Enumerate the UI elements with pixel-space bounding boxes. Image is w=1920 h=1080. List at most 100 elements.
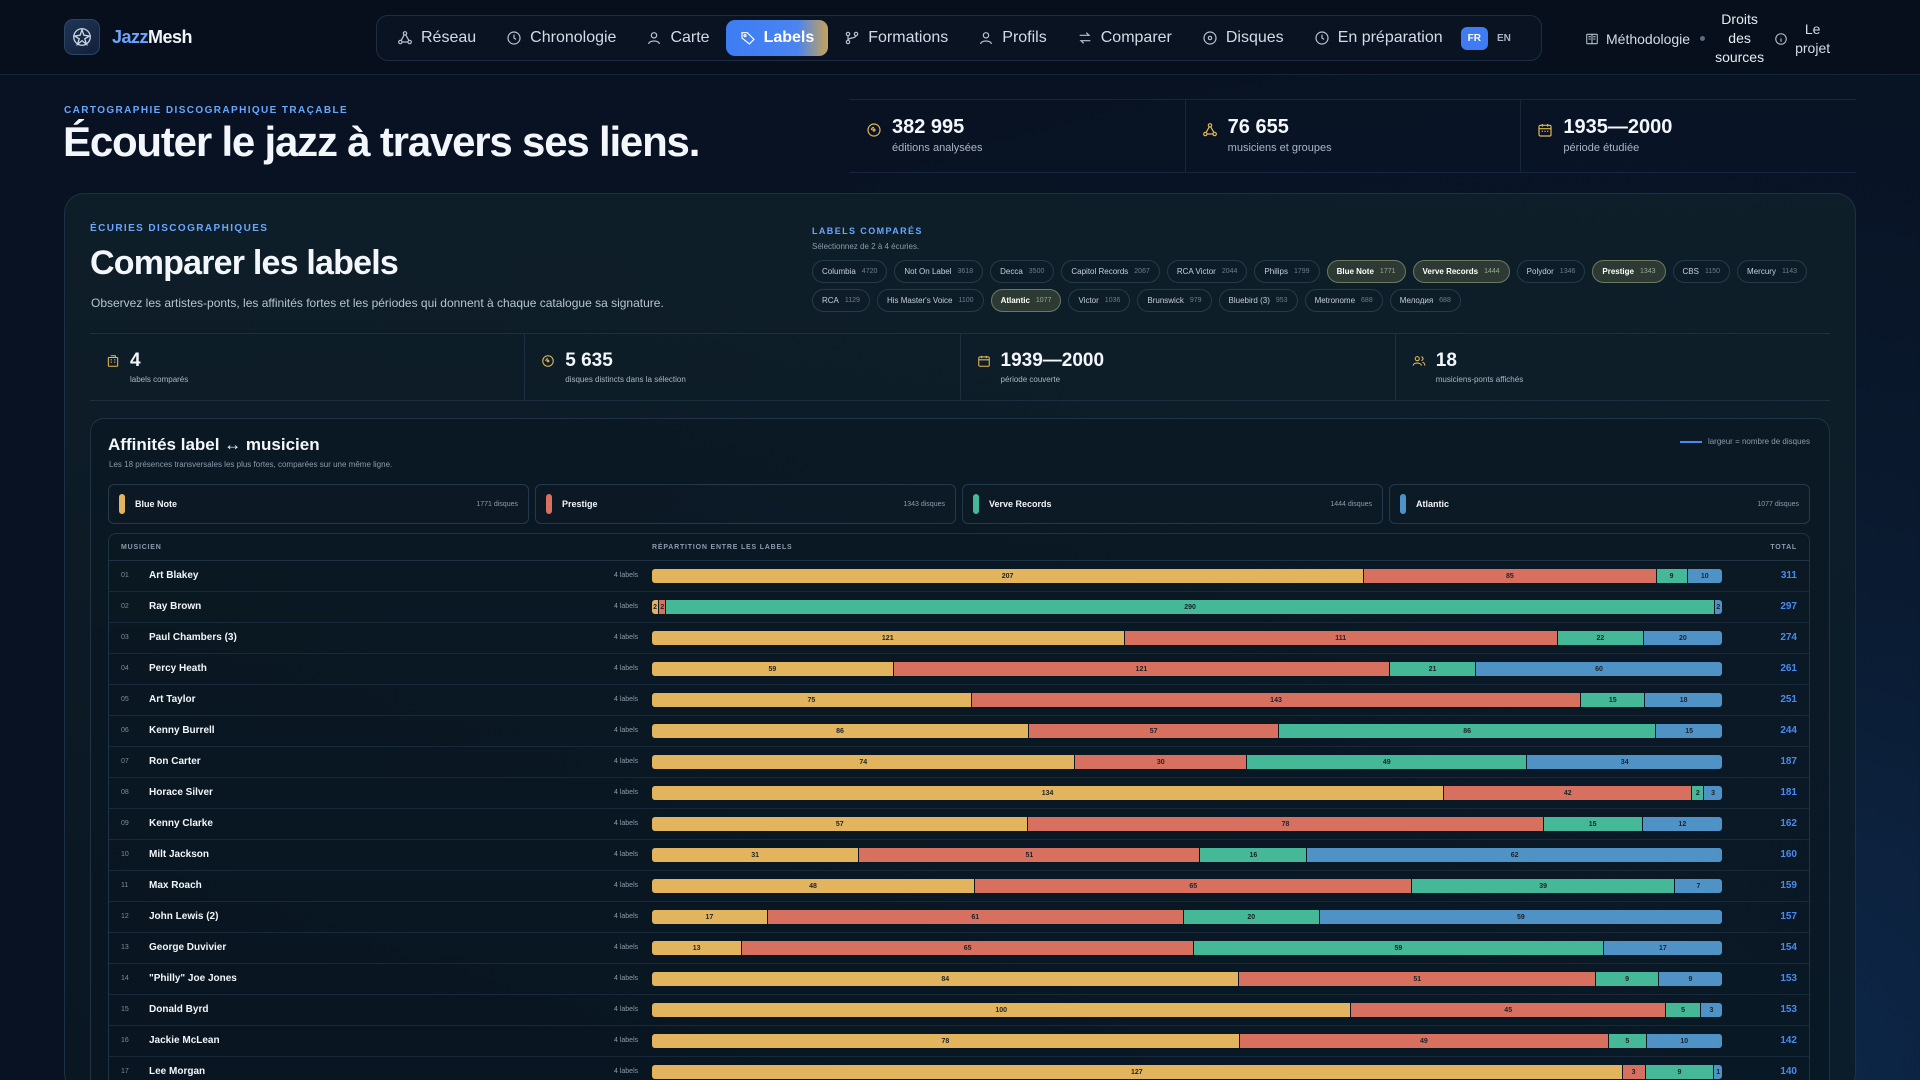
bar-segment[interactable]: 12 [1642,817,1722,831]
nav-item-reseau[interactable]: Réseau [383,20,490,56]
bar-segment[interactable]: 100 [652,1003,1352,1017]
bar-segment[interactable]: 20 [1183,910,1320,924]
bar-segment[interactable]: 84 [652,972,1240,986]
bar-segment[interactable]: 59 [652,662,894,676]
lang-en-button[interactable]: EN [1490,27,1518,50]
nav-item-comparer[interactable]: Comparer [1063,20,1186,56]
bar-segment[interactable]: 39 [1412,879,1675,893]
bar-segment[interactable]: 57 [652,817,1029,831]
bar-segment[interactable]: 13 [652,941,743,955]
bar-segment[interactable]: 134 [652,786,1445,800]
bar-segment[interactable]: 3 [1622,1065,1646,1079]
bar-segment[interactable]: 42 [1444,786,1693,800]
bar-segment[interactable]: 59 [1193,941,1604,955]
bar-segment[interactable]: 45 [1351,1003,1667,1017]
table-row[interactable]: 09 Kenny Clarke 4 labels 57 78 15 12 162 [109,809,1809,840]
bar-segment[interactable]: 75 [652,693,972,707]
bar-segment[interactable]: 74 [652,755,1076,769]
bar-segment[interactable]: 127 [652,1065,1623,1079]
bar-segment[interactable]: 59 [1319,910,1722,924]
table-row[interactable]: 03 Paul Chambers (3) 4 labels 121 111 22 20 274 [109,623,1809,654]
bar-segment[interactable]: 9 [1645,1065,1715,1079]
table-row[interactable]: 12 John Lewis (2) 4 labels 17 61 20 59 157 [109,902,1809,933]
table-row[interactable]: 17 Lee Morgan 4 labels 127 3 9 1 140 [109,1057,1809,1080]
bar-segment[interactable]: 65 [975,879,1413,893]
bar-segment[interactable]: 5 [1608,1034,1647,1048]
bar-segment[interactable]: 2 [1714,600,1722,614]
table-row[interactable]: 05 Art Taylor 4 labels 75 143 15 18 251 [109,685,1809,716]
bar-segment[interactable]: 86 [652,724,1030,738]
bar-segment[interactable]: 22 [1557,631,1644,645]
label-chip[interactable]: Metronome 688 [1304,289,1383,312]
label-chip[interactable]: Verve Records 1444 [1412,260,1510,283]
bar-segment[interactable]: 3 [1704,786,1722,800]
table-row[interactable]: 08 Horace Silver 4 labels 134 42 2 3 181 [109,778,1809,809]
bar-segment[interactable]: 20 [1643,631,1722,645]
bar-segment[interactable]: 57 [1029,724,1280,738]
label-chip[interactable]: Columbia 4720 [812,260,888,283]
bar-segment[interactable]: 86 [1279,724,1657,738]
label-chip[interactable]: Atlantic 1077 [990,289,1062,312]
table-row[interactable]: 04 Percy Heath 4 labels 59 121 21 60 261 [109,654,1809,685]
label-chip[interactable]: Polydor 1346 [1516,260,1586,283]
label-chip[interactable]: Prestige 1343 [1592,260,1666,283]
bar-segment[interactable]: 15 [1543,817,1643,831]
label-chip[interactable]: Decca 3500 [990,260,1055,283]
bar-segment[interactable]: 16 [1200,848,1308,862]
bar-segment[interactable]: 9 [1659,972,1722,986]
bar-segment[interactable]: 111 [1124,631,1558,645]
bar-segment[interactable]: 49 [1239,1034,1609,1048]
label-chip[interactable]: Mercury 1143 [1737,260,1807,283]
table-row[interactable]: 07 Ron Carter 4 labels 74 30 49 34 187 [109,747,1809,778]
bar-segment[interactable]: 143 [971,693,1582,707]
bar-segment[interactable]: 65 [742,941,1194,955]
label-chip[interactable]: Bluebird (3) 953 [1218,289,1298,312]
table-row[interactable]: 06 Kenny Burrell 4 labels 86 57 86 15 244 [109,716,1809,747]
nav-item-chronologie[interactable]: Chronologie [492,20,630,56]
bar-segment[interactable]: 10 [1646,1034,1722,1048]
table-row[interactable]: 14 "Philly" Joe Jones 4 labels 84 51 9 9 153 [109,964,1809,995]
bar-segment[interactable]: 2 [1692,786,1705,800]
nav-item-en-preparation[interactable]: En préparation [1300,20,1457,56]
bar-segment[interactable]: 15 [1656,724,1722,738]
bar-segment[interactable]: 48 [652,879,976,893]
bar-segment[interactable]: 207 [652,569,1365,583]
nav-item-profils[interactable]: Profils [964,20,1060,56]
label-chip[interactable]: Мелодия 688 [1389,289,1461,312]
methodologie-link[interactable]: Méthodologie [1585,31,1690,47]
table-row[interactable]: 01 Art Blakey 4 labels 207 85 9 10 311 [109,561,1809,592]
table-row[interactable]: 16 Jackie McLean 4 labels 78 49 5 10 142 [109,1026,1809,1057]
nav-item-disques[interactable]: Disques [1188,20,1298,56]
table-row[interactable]: 02 Ray Brown 4 labels 2 2 290 2 297 [109,592,1809,623]
bar-segment[interactable]: 17 [1603,941,1722,955]
label-chip[interactable]: Brunswick 979 [1137,289,1212,312]
table-row[interactable]: 15 Donald Byrd 4 labels 100 45 5 3 153 [109,995,1809,1026]
bar-segment[interactable]: 21 [1389,662,1476,676]
bar-segment[interactable]: 121 [652,631,1125,645]
bar-segment[interactable]: 9 [1656,569,1688,583]
label-chip[interactable]: Not On Label 3618 [894,260,984,283]
bar-segment[interactable]: 9 [1596,972,1660,986]
bar-segment[interactable]: 1 [1714,1065,1722,1079]
lang-fr-button[interactable]: FR [1460,26,1488,50]
bar-segment[interactable]: 5 [1666,1003,1701,1017]
bar-segment[interactable]: 2 [652,600,660,614]
app-logo[interactable]: JazzMesh [64,19,193,55]
label-chip[interactable]: CBS 1150 [1672,260,1731,283]
nav-item-labels[interactable]: Labels [725,20,829,56]
label-chip[interactable]: RCA 1129 [812,289,870,312]
bar-segment[interactable]: 49 [1247,755,1528,769]
bar-segment[interactable]: 17 [652,910,768,924]
bar-segment[interactable]: 3 [1701,1003,1722,1017]
bar-segment[interactable]: 15 [1581,693,1646,707]
bar-segment[interactable]: 51 [859,848,1201,862]
bar-segment[interactable]: 34 [1527,755,1722,769]
label-chip[interactable]: Victor 1036 [1068,289,1131,312]
bar-segment[interactable]: 290 [666,600,1715,614]
bar-segment[interactable]: 30 [1075,755,1248,769]
bar-segment[interactable]: 51 [1239,972,1597,986]
projet-link[interactable]: Le projet [1774,20,1830,58]
bar-segment[interactable]: 62 [1307,848,1722,862]
label-chip[interactable]: Blue Note 1771 [1326,260,1406,283]
label-chip[interactable]: Philips 1799 [1254,260,1320,283]
